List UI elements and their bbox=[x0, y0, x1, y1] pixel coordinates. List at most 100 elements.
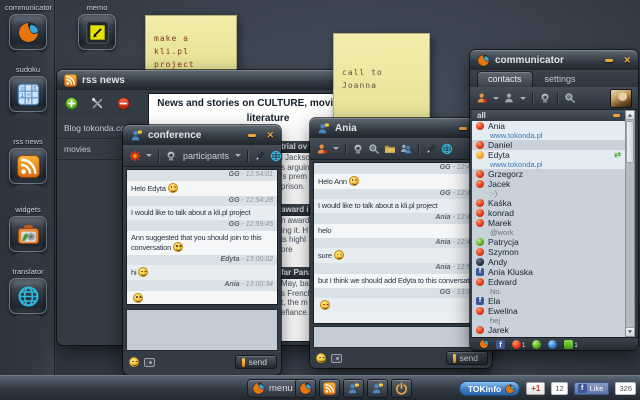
desktop-icon-translator[interactable]: translator bbox=[5, 267, 51, 322]
status-starburst-icon[interactable] bbox=[129, 150, 141, 162]
sticky-note[interactable]: make a kli.pl project bbox=[145, 15, 237, 73]
tab-settings[interactable]: settings bbox=[535, 72, 586, 87]
emoticon-picker-icon[interactable] bbox=[316, 353, 326, 363]
remove-feed-icon[interactable] bbox=[117, 97, 130, 110]
communicator-titlebar[interactable]: communicator ✕ bbox=[470, 50, 638, 70]
minimize-button[interactable] bbox=[248, 134, 257, 137]
desktop-icon-communicator[interactable]: communicator bbox=[5, 3, 52, 58]
send-button[interactable]: send bbox=[445, 351, 488, 365]
desktop-icon-sudoku[interactable]: sudoku bbox=[5, 65, 51, 120]
group-collapse-button[interactable] bbox=[613, 114, 620, 117]
contact-row[interactable]: Kaśka bbox=[472, 198, 625, 208]
insert-image-icon[interactable] bbox=[144, 357, 155, 367]
my-status-icon[interactable] bbox=[476, 92, 488, 104]
contact-row[interactable]: Marek bbox=[472, 218, 625, 228]
ania-titlebar[interactable]: Ania ✕ bbox=[310, 118, 492, 138]
webcam-icon[interactable] bbox=[539, 92, 551, 104]
share-icon[interactable]: ⇄ bbox=[614, 151, 621, 159]
user-avatar[interactable] bbox=[610, 88, 632, 108]
contact-name: Ela bbox=[488, 296, 501, 306]
insert-image-icon[interactable] bbox=[331, 353, 342, 363]
conference-titlebar[interactable]: conference ✕ bbox=[123, 125, 281, 145]
contact-row[interactable]: Patrycja bbox=[472, 237, 625, 247]
contact-row[interactable]: Ewelina bbox=[472, 306, 625, 316]
conference-footer: send bbox=[127, 354, 277, 370]
desktop-icon-memo[interactable]: memo bbox=[74, 3, 120, 58]
contact-row[interactable]: Edward bbox=[472, 277, 625, 287]
message-text: hi bbox=[127, 265, 277, 280]
contact-row[interactable]: Ania bbox=[472, 121, 625, 131]
contact-name: Ania Kluska bbox=[488, 267, 533, 277]
protocol-status[interactable]: 1 bbox=[512, 340, 525, 349]
google-plus-one-button[interactable]: +1 bbox=[526, 382, 546, 395]
protocol-status[interactable]: 1 bbox=[564, 340, 578, 349]
chat-person-icon bbox=[130, 129, 143, 142]
taskbar-button-communicator[interactable] bbox=[295, 379, 316, 398]
taskbar-button-chat-conference[interactable] bbox=[367, 379, 388, 398]
chevron-down-icon[interactable] bbox=[146, 154, 152, 157]
chevron-down-icon[interactable] bbox=[520, 96, 526, 100]
close-button[interactable]: ✕ bbox=[266, 131, 274, 140]
contact-row[interactable]: konrad bbox=[472, 208, 625, 218]
menu-logo-icon bbox=[252, 382, 265, 395]
pen-icon[interactable] bbox=[425, 143, 437, 155]
contact-list-scrollbar[interactable] bbox=[625, 110, 635, 337]
globe-icon[interactable] bbox=[270, 150, 282, 162]
swirl-icon bbox=[299, 382, 312, 395]
contact-status-text: :-) bbox=[490, 189, 498, 198]
search-icon[interactable] bbox=[368, 143, 380, 155]
close-button[interactable]: ✕ bbox=[623, 56, 631, 65]
webcam-icon[interactable] bbox=[352, 143, 364, 155]
participants-menu[interactable]: participants bbox=[183, 151, 229, 161]
desktop-icon-widgets[interactable]: widgets bbox=[5, 205, 51, 260]
folder-icon[interactable] bbox=[384, 143, 396, 155]
webcam-icon[interactable] bbox=[165, 150, 177, 162]
contact-row[interactable]: Grzegorz bbox=[472, 169, 625, 179]
chevron-down-icon[interactable] bbox=[333, 147, 339, 150]
send-button[interactable]: send bbox=[234, 355, 277, 369]
taskbar-button-power[interactable] bbox=[391, 379, 412, 398]
globe-icon[interactable] bbox=[441, 143, 453, 155]
protocol-status[interactable] bbox=[532, 340, 542, 349]
scroll-down-arrow[interactable] bbox=[626, 327, 634, 336]
conference-message-input[interactable] bbox=[126, 309, 278, 351]
contact-row[interactable]: f Ela bbox=[472, 296, 625, 306]
protocol-status[interactable]: f bbox=[496, 340, 505, 349]
pen-icon[interactable] bbox=[254, 150, 266, 162]
contact-row[interactable]: Szymon bbox=[472, 247, 625, 257]
ania-message-input[interactable] bbox=[313, 326, 489, 348]
scroll-thumb[interactable] bbox=[626, 121, 634, 163]
add-feed-icon[interactable] bbox=[65, 97, 78, 110]
contact-row[interactable]: Jarek bbox=[472, 325, 625, 335]
contact-link[interactable]: www.tokonda.pl bbox=[472, 131, 625, 140]
contact-status-icon[interactable] bbox=[316, 143, 328, 155]
contacts-view-icon[interactable] bbox=[503, 92, 515, 104]
tab-contacts[interactable]: contacts bbox=[477, 71, 533, 87]
person-icon bbox=[347, 382, 360, 395]
facebook-like-button[interactable]: f Like bbox=[573, 382, 610, 395]
contact-row[interactable]: Jacek bbox=[472, 179, 625, 189]
contact-row[interactable]: Andy bbox=[472, 257, 625, 267]
protocol-status[interactable] bbox=[479, 339, 489, 349]
scroll-up-arrow[interactable] bbox=[626, 111, 634, 120]
protocol-status[interactable] bbox=[548, 340, 558, 349]
search-icon[interactable] bbox=[564, 92, 576, 104]
emoticon-picker-icon[interactable] bbox=[129, 357, 139, 367]
taskbar-button-rss-news[interactable] bbox=[319, 379, 340, 398]
minimize-button[interactable] bbox=[605, 59, 614, 62]
chevron-down-icon[interactable] bbox=[235, 154, 242, 157]
taskbar-button-chat-ania[interactable] bbox=[343, 379, 364, 398]
desktop-icon-rss-news[interactable]: rss news bbox=[5, 137, 51, 192]
message-text: Helo Ann bbox=[314, 173, 488, 189]
contact-row[interactable]: f Ania Kluska bbox=[472, 267, 625, 277]
contact-row[interactable]: Daniel bbox=[472, 140, 625, 150]
tools-icon[interactable] bbox=[91, 97, 104, 110]
chat-message: Ania - 12:49:21 helo bbox=[314, 213, 488, 238]
tokinfo-button[interactable]: TOKinfo bbox=[458, 381, 521, 396]
contact-row[interactable]: Edyta ⇄ bbox=[472, 150, 625, 160]
chevron-down-icon[interactable] bbox=[493, 96, 499, 100]
contact-group-header[interactable]: all bbox=[472, 110, 625, 121]
contact-link[interactable]: www.tokonda.pl bbox=[472, 160, 625, 169]
minimize-button[interactable] bbox=[459, 127, 468, 130]
add-participant-icon[interactable] bbox=[400, 143, 412, 155]
